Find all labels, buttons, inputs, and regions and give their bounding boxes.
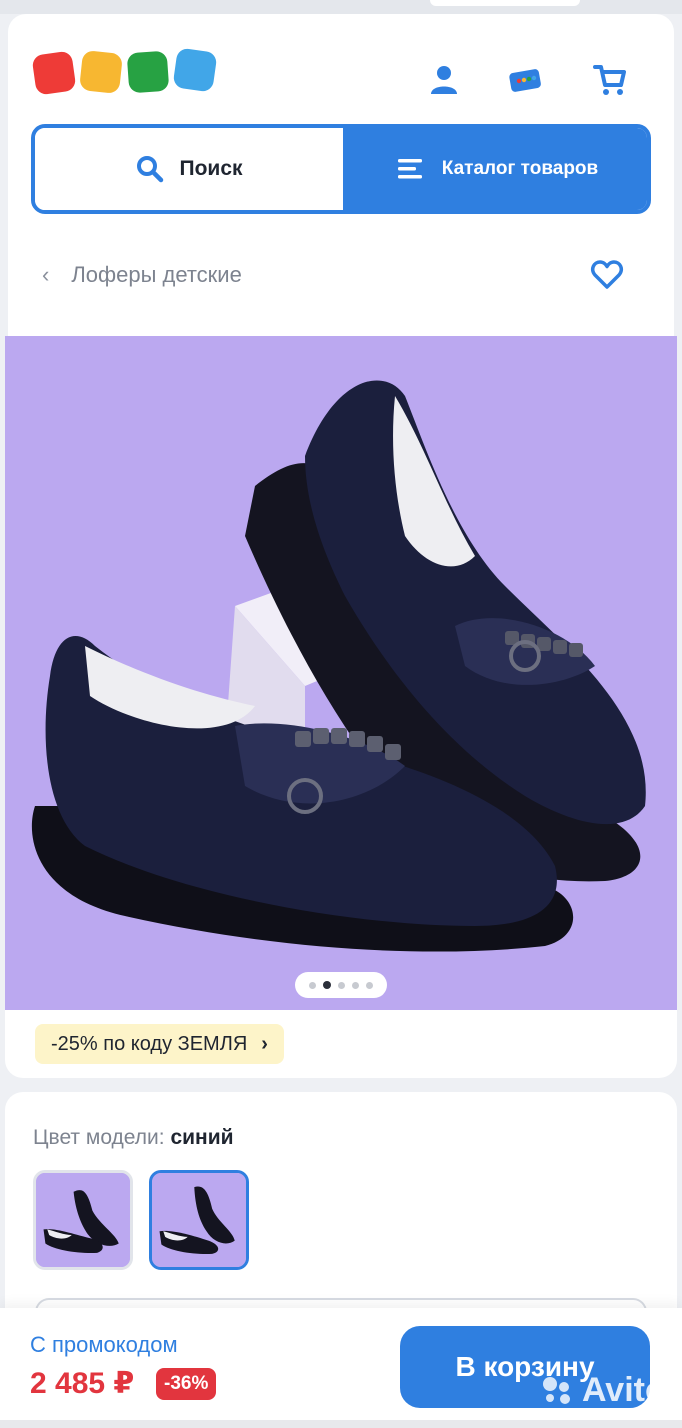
logo-square-blue — [172, 47, 218, 93]
avito-watermark: Avito — [540, 1370, 666, 1410]
page-title: Лоферы детские — [71, 262, 242, 287]
gallery-pagination[interactable] — [295, 972, 387, 998]
status-pill — [430, 0, 580, 6]
catalog-button[interactable]: Каталог товаров — [343, 128, 647, 210]
discount-badge: -36% — [156, 1368, 217, 1400]
bottom-strip — [0, 1420, 682, 1428]
price: 2 485 ₽ — [30, 1367, 135, 1400]
logo-square-red — [31, 50, 77, 96]
product-photo — [5, 336, 677, 1010]
search-icon — [137, 156, 164, 183]
product-gallery[interactable] — [5, 336, 677, 1010]
gallery-dot[interactable] — [366, 981, 373, 989]
header: Поиск Каталог товаров ‹ Лоферы детские — [8, 14, 674, 336]
promo-price-label: С промокодом — [30, 1332, 178, 1357]
menu-icon — [397, 159, 422, 179]
logo[interactable] — [31, 47, 224, 96]
cart-icon[interactable] — [592, 62, 628, 98]
logo-square-yellow — [79, 50, 123, 94]
promo-text: -25% по коду ЗЕМЛЯ — [51, 1032, 248, 1055]
gallery-dot[interactable] — [309, 981, 316, 989]
promo-code-badge[interactable]: -25% по коду ЗЕМЛЯ › — [35, 1024, 284, 1064]
chevron-right-icon: › — [261, 1032, 268, 1055]
color-select-card: Цвет модели: синий — [5, 1092, 677, 1328]
catalog-button-label: Каталог товаров — [441, 158, 599, 179]
logo-square-green — [126, 50, 170, 94]
search-button-label: Поиск — [179, 157, 243, 180]
color-label-key: Цвет модели: — [33, 1126, 165, 1149]
profile-icon[interactable] — [426, 62, 462, 98]
chevron-left-icon[interactable]: ‹ — [42, 264, 49, 286]
color-swatch-selected[interactable] — [149, 1170, 249, 1270]
search-button[interactable]: Поиск — [35, 128, 343, 210]
avito-logo-icon — [543, 1377, 570, 1404]
bottom-purchase-bar: С промокодом 2 485 ₽ -36% В корзину Avit… — [0, 1308, 682, 1428]
gallery-dot-active[interactable] — [323, 981, 331, 989]
promo-card: -25% по коду ЗЕМЛЯ › — [5, 1010, 677, 1078]
bonus-card-icon[interactable] — [507, 62, 543, 98]
color-label: Цвет модели: синий — [33, 1126, 234, 1150]
breadcrumb[interactable]: ‹ Лоферы детские — [42, 260, 242, 290]
gallery-dot[interactable] — [352, 981, 359, 989]
watermark-text: Avito — [582, 1370, 666, 1409]
heart-icon[interactable] — [590, 258, 624, 292]
status-strip — [0, 0, 682, 14]
search-catalog-bar: Поиск Каталог товаров — [31, 124, 651, 214]
gallery-dot[interactable] — [338, 981, 345, 989]
color-swatch[interactable] — [33, 1170, 133, 1270]
color-label-value: синий — [170, 1126, 234, 1149]
